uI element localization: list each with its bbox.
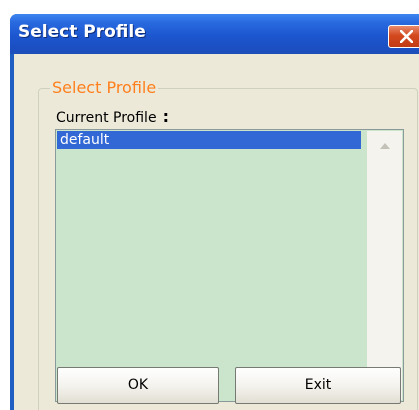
group-legend: Select Profile <box>50 78 159 97</box>
list-item-default[interactable]: default <box>57 131 361 149</box>
scroll-up-button[interactable] <box>371 137 398 157</box>
close-icon <box>400 30 413 43</box>
close-button[interactable] <box>388 25 419 48</box>
title-bar[interactable]: Select Profile <box>10 14 419 54</box>
vertical-scrollbar[interactable] <box>367 131 402 400</box>
select-profile-dialog: Select Profile Select Profile Current Pr… <box>10 14 419 410</box>
exit-button[interactable]: Exit <box>235 367 401 404</box>
current-profile-label: Current Profile: <box>56 107 169 126</box>
window-title: Select Profile <box>18 22 146 42</box>
current-profile-colon: : <box>162 107 169 126</box>
dialog-body: Select Profile Current Profile: default … <box>14 54 419 410</box>
current-profile-text: Current Profile <box>56 110 157 126</box>
ok-button[interactable]: OK <box>57 367 219 404</box>
profile-listbox[interactable]: default <box>55 129 404 402</box>
chevron-up-icon <box>380 143 390 149</box>
